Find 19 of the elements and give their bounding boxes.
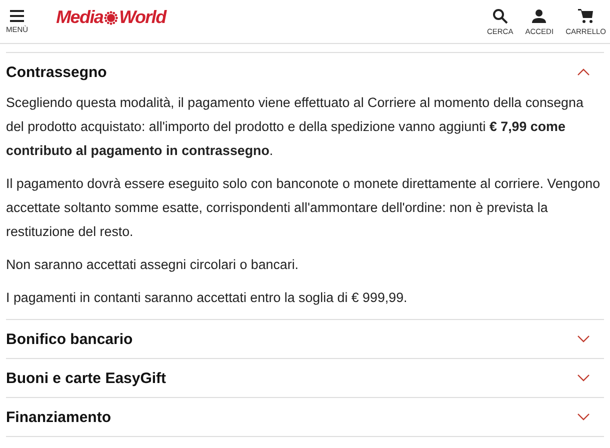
- user-icon: [531, 8, 548, 24]
- menu-icon: [10, 10, 24, 22]
- accordion-header[interactable]: Bonifico bancario: [6, 320, 604, 358]
- accordion-header[interactable]: Contrassegno: [6, 53, 604, 91]
- search-icon: [492, 8, 508, 24]
- paragraph: Scegliendo questa modalità, il pagamento viene effettuato al Corriere al momento della consegna del prodotto acquistato: all'importo del prodotto e della spedizione vanno aggiunti € 7,99 come contributo al pagamento in contrassegno.: [6, 94, 584, 160]
- paragraph: Il pagamento dovrà essere eseguito solo con banconote o monete direttamente al corriere. Vengono accettate soltanto somme esatte, corrispondenti all'ammontare dell'ordine: non è prevista la restituzione del resto.: [6, 175, 602, 241]
- sun-icon: [104, 10, 118, 24]
- paragraph: I pagamenti in contanti saranno accettati entro la soglia di € 999,99.: [6, 289, 408, 307]
- chevron-down-icon: [577, 335, 590, 343]
- logo-text: Media: [56, 7, 104, 28]
- cart-icon: [578, 8, 594, 24]
- accordion-header[interactable]: Buoni e carte EasyGift: [6, 359, 604, 397]
- accordion-header[interactable]: Finanziamento: [6, 398, 604, 436]
- paragraph: Non saranno accettati assegni circolari o bancari.: [6, 256, 300, 274]
- logo-text: World: [119, 7, 166, 28]
- chevron-down-icon: [577, 413, 590, 421]
- chevron-up-icon: [577, 68, 590, 76]
- chevron-down-icon: [577, 374, 590, 382]
